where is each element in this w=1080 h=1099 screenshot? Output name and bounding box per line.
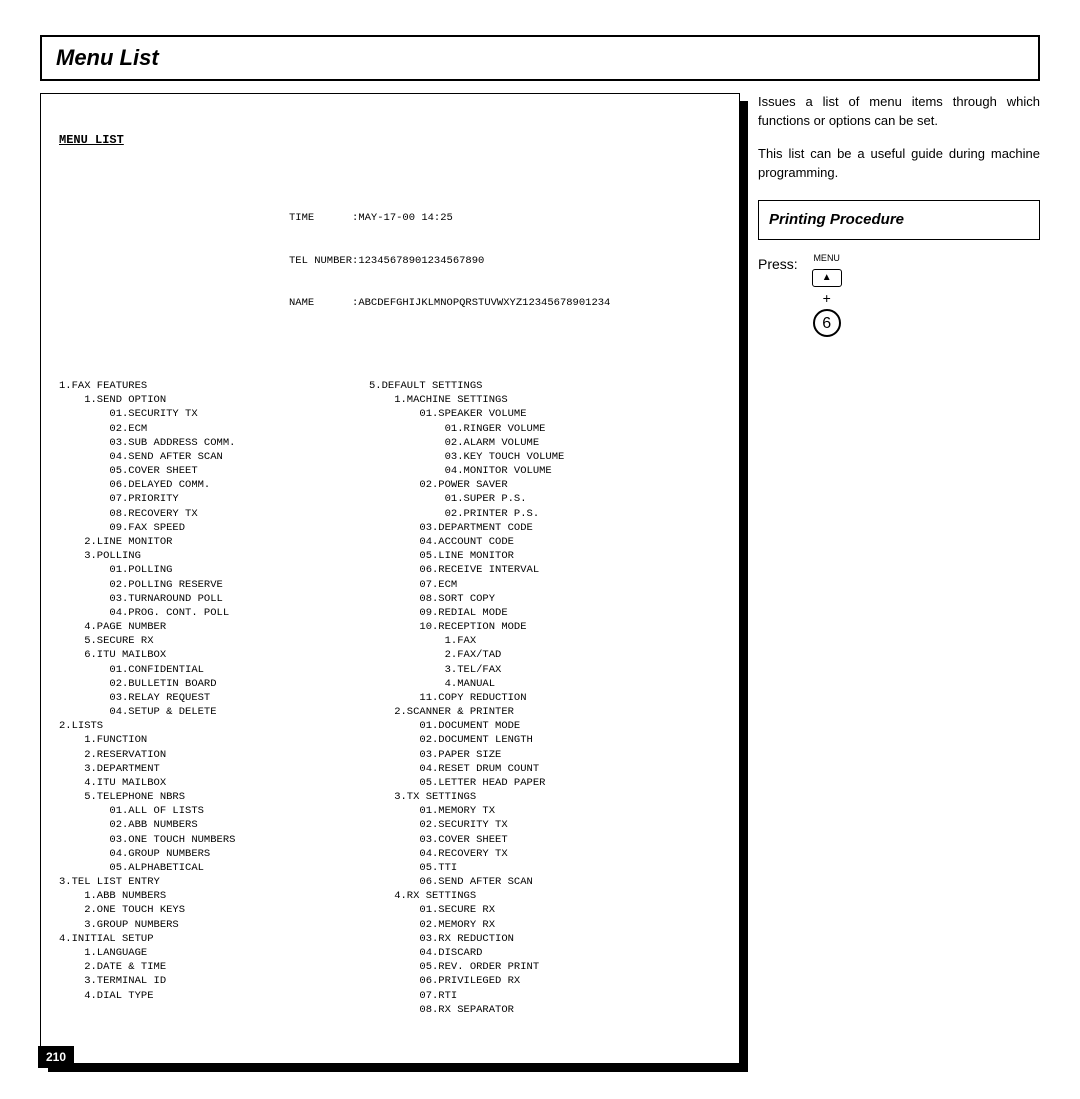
meta-tel: TEL NUMBER:12345678901234567890 — [289, 254, 721, 268]
subheading-box: Printing Procedure — [758, 200, 1040, 240]
printout-heading: MENU LIST — [59, 132, 721, 148]
menu-col-left: 1.FAX FEATURES 1.SEND OPTION 01.SECURITY… — [59, 379, 369, 1017]
title-box: Menu List — [40, 35, 1040, 81]
meta-time: TIME :MAY-17-00 14:25 — [289, 211, 721, 225]
digit-6-button[interactable]: 6 — [813, 309, 841, 337]
menu-up-button[interactable]: ▲ — [812, 269, 842, 287]
printout-meta: TIME :MAY-17-00 14:25 TEL NUMBER:1234567… — [289, 183, 721, 339]
page: Menu List MENU LIST TIME :MAY-17-00 14:2… — [40, 35, 1040, 1064]
sidebar-para-2: This list can be a useful guide during m… — [758, 145, 1040, 183]
menu-col-right: 5.DEFAULT SETTINGS 1.MACHINE SETTINGS 01… — [369, 379, 721, 1017]
printout-wrap: MENU LIST TIME :MAY-17-00 14:25 TEL NUMB… — [40, 93, 740, 1064]
sidebar-para-1: Issues a list of menu items through whic… — [758, 93, 1040, 131]
button-stack: MENU ▲ + 6 — [812, 252, 842, 337]
main-layout: MENU LIST TIME :MAY-17-00 14:25 TEL NUMB… — [40, 93, 1040, 1064]
printout-sheet: MENU LIST TIME :MAY-17-00 14:25 TEL NUMB… — [40, 93, 740, 1064]
page-title: Menu List — [56, 45, 1024, 71]
press-label: Press: — [758, 254, 798, 274]
press-block: Press: MENU ▲ + 6 — [758, 254, 1040, 337]
plus-icon: + — [823, 291, 831, 305]
sidebar: Issues a list of menu items through whic… — [758, 93, 1040, 337]
meta-name: NAME :ABCDEFGHIJKLMNOPQRSTUVWXYZ12345678… — [289, 296, 721, 310]
printing-procedure-heading: Printing Procedure — [769, 209, 1029, 231]
menu-button-label: MENU — [813, 252, 840, 265]
page-number: 210 — [38, 1046, 74, 1068]
printout-columns: 1.FAX FEATURES 1.SEND OPTION 01.SECURITY… — [59, 379, 721, 1017]
